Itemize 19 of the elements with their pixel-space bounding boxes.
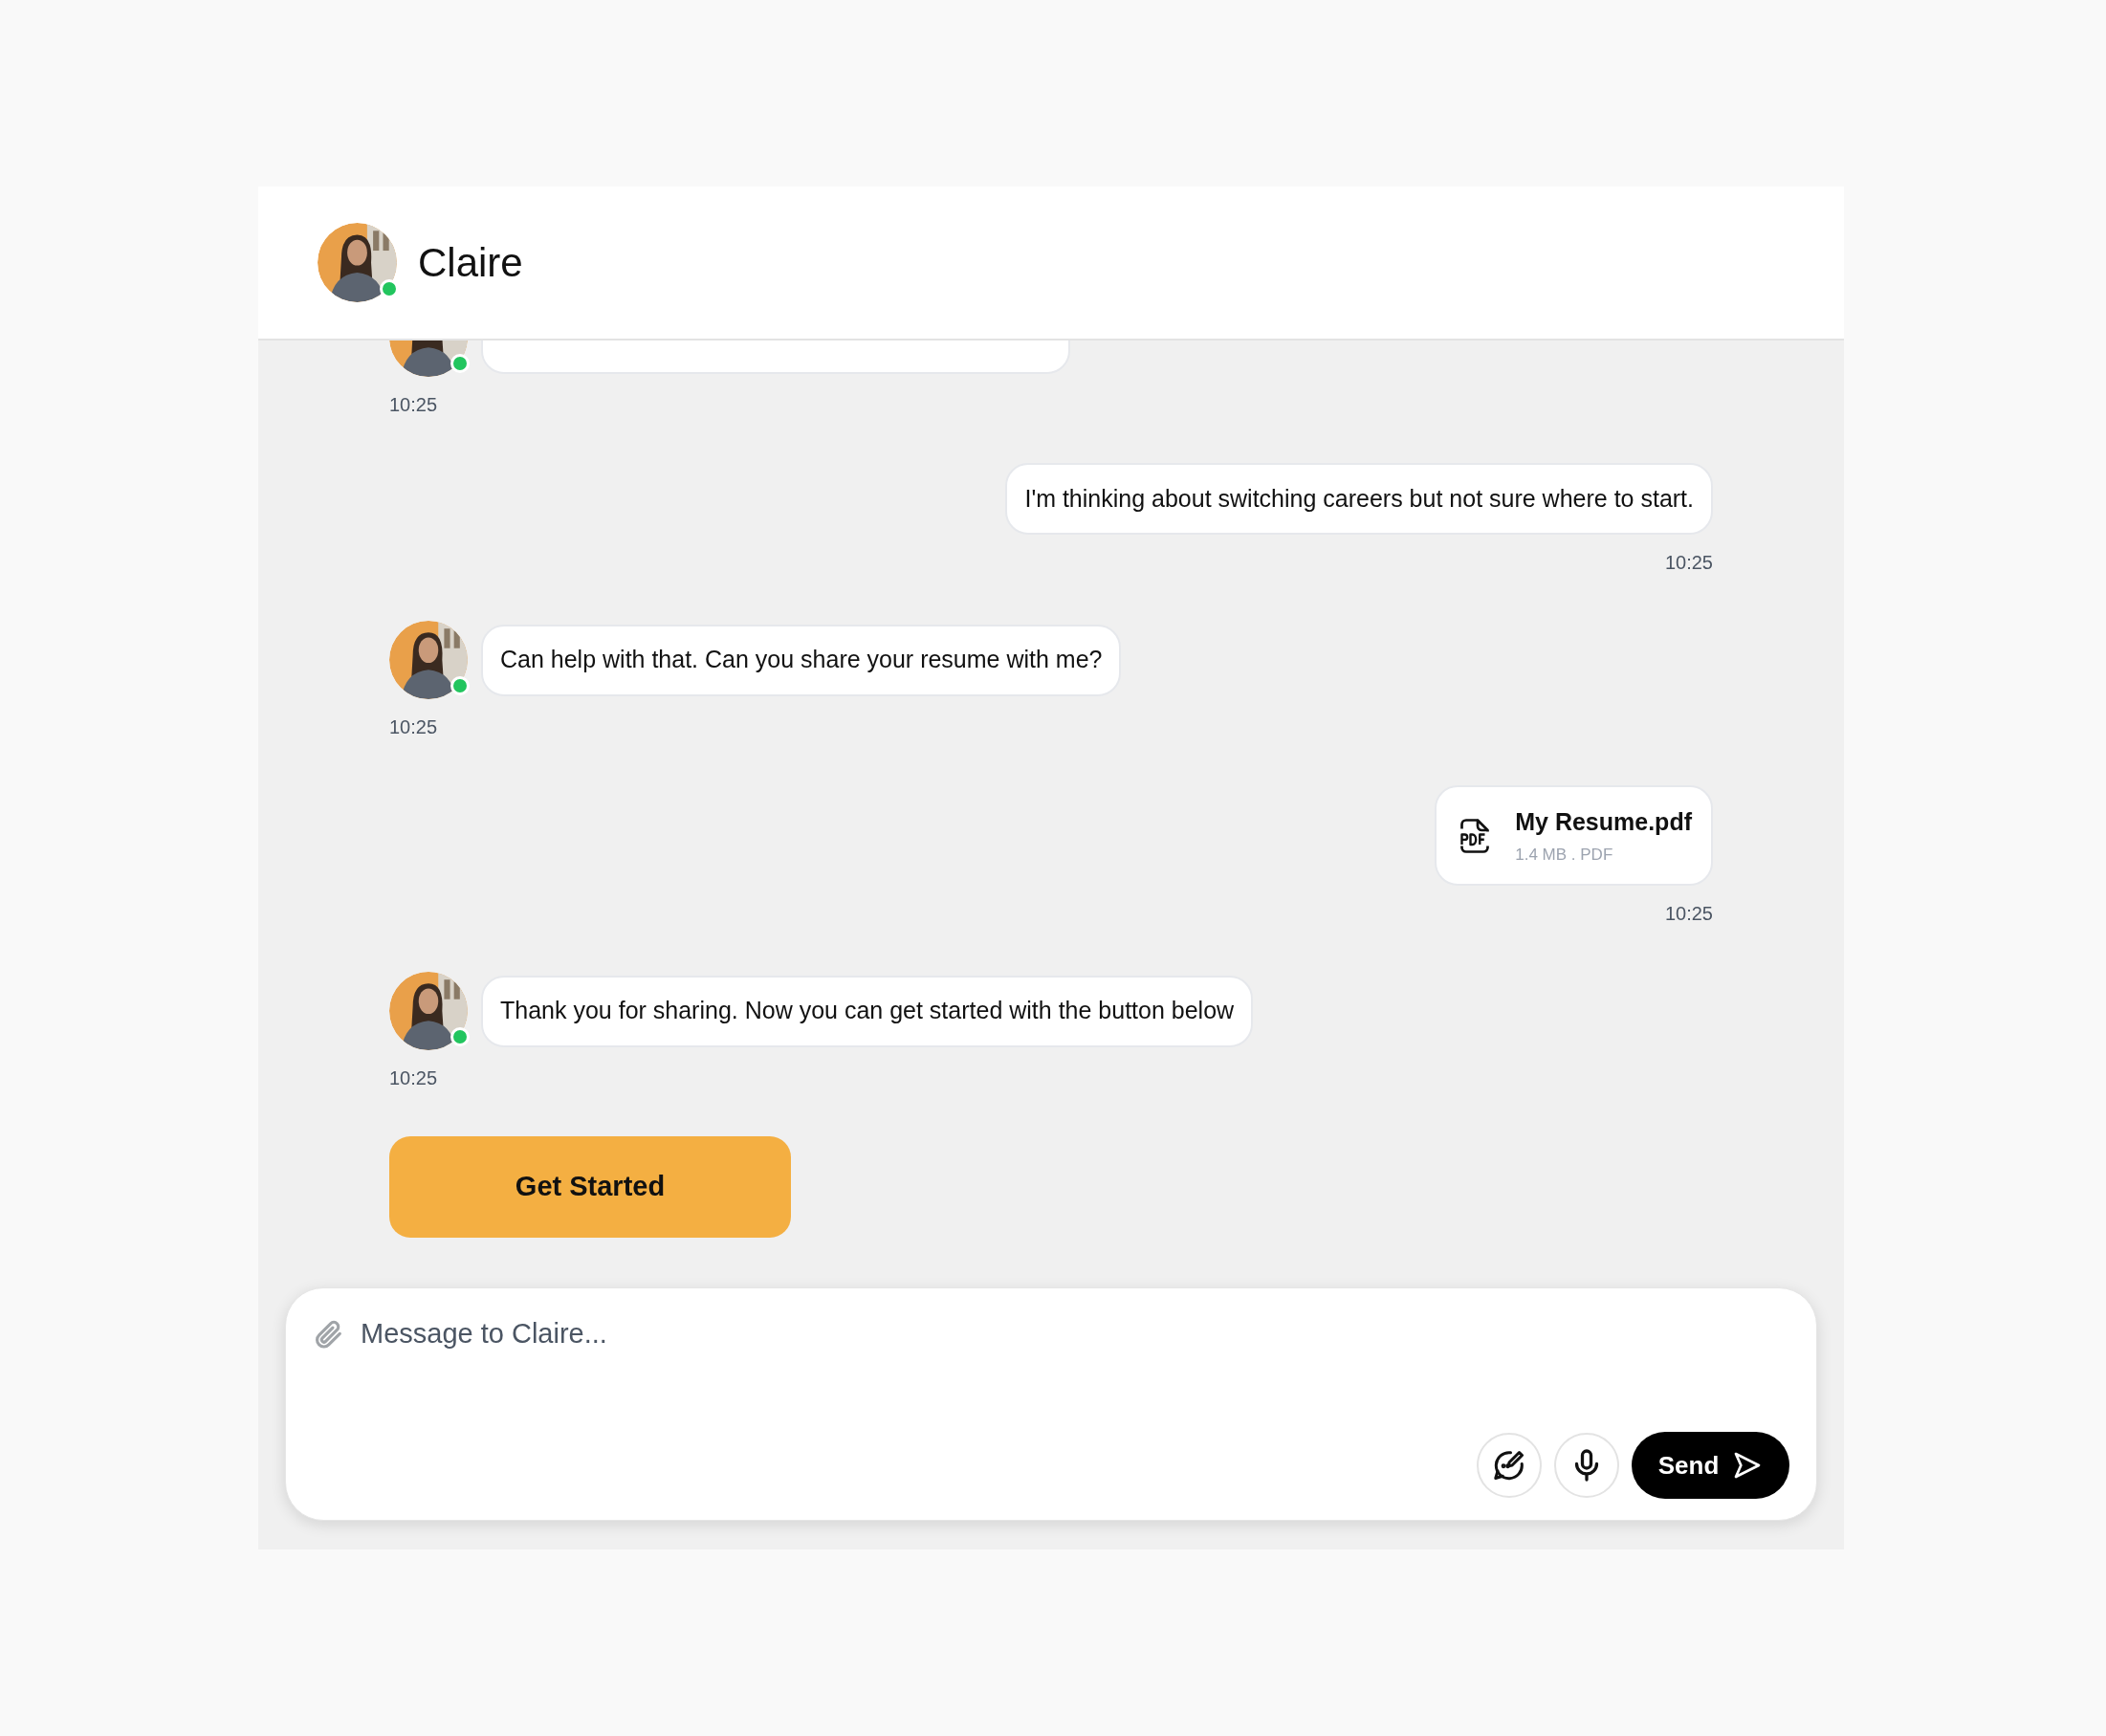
message-composer[interactable]: Message to Claire... Send [285, 1287, 1817, 1521]
microphone-button[interactable] [1554, 1433, 1619, 1498]
message-time: 10:25 [1664, 551, 1713, 575]
message-time: 10:25 [389, 1066, 438, 1090]
file-name: My Resume.pdf [1515, 807, 1692, 837]
send-button[interactable]: Send [1632, 1432, 1789, 1499]
message-time: 10:25 [389, 393, 438, 417]
file-attachment[interactable]: My Resume.pdf 1.4 MB . PDF [1435, 785, 1713, 886]
message-time: 10:25 [1664, 902, 1713, 926]
get-started-button[interactable]: Get Started [389, 1136, 791, 1238]
message-time: 10:25 [389, 715, 438, 739]
message-input[interactable]: Message to Claire... [361, 1313, 1789, 1355]
contact-name: Claire [418, 239, 523, 287]
message-bubble: Can help with that. Can you share your resume with me? [481, 624, 1122, 696]
message-bubble: Thank you for sharing. Now you can get started with the button below [481, 975, 1254, 1047]
chat-edit-button[interactable] [1477, 1433, 1542, 1498]
file-meta: 1.4 MB . PDF [1515, 844, 1614, 866]
chat-bubble-icon [1492, 1448, 1526, 1483]
message-bubble: I'm thinking about switching careers but not sure where to start. [1005, 463, 1713, 535]
